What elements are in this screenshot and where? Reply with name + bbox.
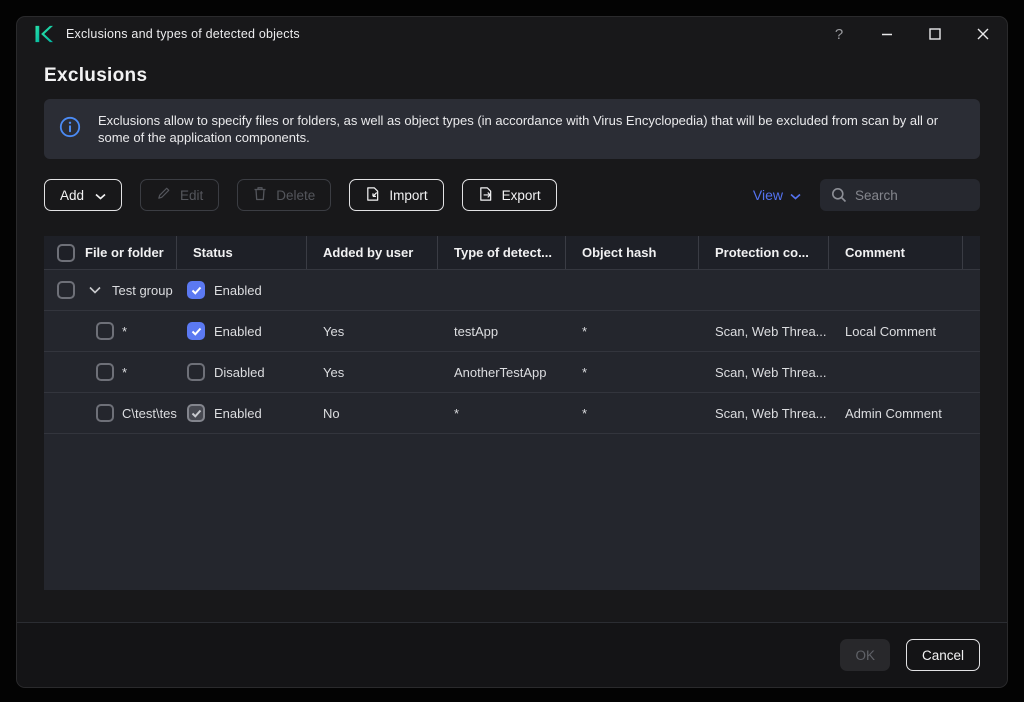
table-row[interactable]: * Enabled Yes testApp * Scan, Web Threa.… — [44, 311, 980, 352]
maximize-button[interactable] — [911, 17, 959, 51]
status-checkbox-checked[interactable] — [187, 322, 205, 340]
protection-cell: Scan, Web Threa... — [715, 364, 827, 380]
kaspersky-logo-icon — [33, 24, 53, 44]
maximize-icon — [929, 28, 941, 40]
type-of-detected-cell: testApp — [454, 323, 499, 339]
search-box — [820, 179, 980, 211]
toolbar: Add Edit Delete Import Export View Searc… — [44, 179, 980, 211]
expander-chevron-down-icon[interactable] — [89, 286, 101, 294]
object-hash-cell: * — [582, 364, 588, 380]
info-banner-text: Exclusions allow to specify files or fol… — [98, 112, 939, 145]
header-file-or-folder: File or folder — [44, 236, 177, 269]
header-status: Status — [177, 236, 307, 269]
edit-button[interactable]: Edit — [140, 179, 220, 211]
row-checkbox[interactable] — [57, 281, 75, 299]
info-banner: Exclusions allow to specify files or fol… — [44, 99, 980, 159]
table-group-row[interactable]: Test group Enabled — [44, 270, 980, 311]
status-checkbox-checked-disabled[interactable] — [187, 404, 205, 422]
status-checkbox-unchecked[interactable] — [187, 363, 205, 381]
file-cell: * — [122, 364, 128, 380]
info-icon — [59, 116, 81, 143]
chevron-down-icon — [790, 187, 801, 203]
file-cell: C\test\tes... — [122, 405, 177, 421]
status-label: Enabled — [214, 405, 262, 421]
exclusions-table: File or folder Status Added by user Type… — [44, 236, 980, 590]
type-of-detected-cell: AnotherTestApp — [454, 364, 547, 380]
object-hash-cell: * — [582, 405, 588, 421]
comment-cell — [829, 352, 963, 392]
chevron-down-icon — [95, 188, 106, 203]
window-controls: ? — [815, 17, 1007, 51]
status-label: Enabled — [214, 323, 262, 339]
row-checkbox[interactable] — [96, 363, 114, 381]
help-button[interactable]: ? — [815, 17, 863, 51]
view-dropdown[interactable]: View — [753, 187, 801, 203]
protection-cell: Scan, Web Threa... — [715, 323, 827, 339]
added-by-user-cell: Yes — [323, 323, 345, 339]
group-name: Test group — [112, 282, 173, 298]
close-button[interactable] — [959, 17, 1007, 51]
import-button[interactable]: Import — [349, 179, 444, 211]
footer: OK Cancel — [17, 622, 1007, 687]
pencil-icon — [156, 186, 171, 204]
header-type-of-detected: Type of detect... — [438, 236, 566, 269]
object-hash-cell: * — [582, 323, 588, 339]
app-window: Exclusions and types of detected objects… — [17, 17, 1007, 687]
type-of-detected-cell: * — [454, 405, 460, 421]
page-title: Exclusions — [44, 65, 148, 86]
import-icon — [365, 186, 380, 205]
close-icon — [977, 28, 989, 40]
header-spacer — [963, 236, 980, 269]
comment-cell: Local Comment — [845, 323, 937, 339]
window-title: Exclusions and types of detected objects — [66, 27, 300, 41]
status-label: Disabled — [214, 364, 265, 380]
status-label: Enabled — [214, 282, 262, 298]
select-all-checkbox[interactable] — [57, 243, 75, 262]
row-checkbox[interactable] — [96, 404, 114, 422]
added-by-user-cell: No — [323, 405, 340, 421]
titlebar: Exclusions and types of detected objects… — [17, 17, 1007, 51]
minimize-button[interactable] — [863, 17, 911, 51]
delete-button[interactable]: Delete — [237, 179, 332, 211]
header-added-by-user: Added by user — [307, 236, 438, 269]
table-header-row: File or folder Status Added by user Type… — [44, 236, 980, 270]
comment-cell: Admin Comment — [845, 405, 942, 421]
added-by-user-cell: Yes — [323, 364, 345, 380]
file-cell: * — [122, 323, 128, 339]
ok-button[interactable]: OK — [840, 639, 890, 671]
status-checkbox-checked[interactable] — [187, 281, 205, 299]
header-comment: Comment — [829, 236, 963, 269]
table-row[interactable]: * Disabled Yes AnotherTestApp * Scan, We… — [44, 352, 980, 393]
header-object-hash: Object hash — [566, 236, 699, 269]
header-protection-components: Protection co... — [699, 236, 829, 269]
cancel-button[interactable]: Cancel — [905, 639, 980, 671]
row-checkbox[interactable] — [96, 322, 114, 340]
export-icon — [478, 186, 493, 205]
table-row[interactable]: C\test\tes... Enabled No * * Scan, Web T… — [44, 393, 980, 434]
export-button[interactable]: Export — [461, 179, 557, 211]
protection-cell: Scan, Web Threa... — [715, 405, 827, 421]
add-button[interactable]: Add — [44, 179, 123, 211]
search-icon — [831, 187, 847, 208]
trash-icon — [253, 186, 267, 204]
minimize-icon — [882, 33, 892, 36]
